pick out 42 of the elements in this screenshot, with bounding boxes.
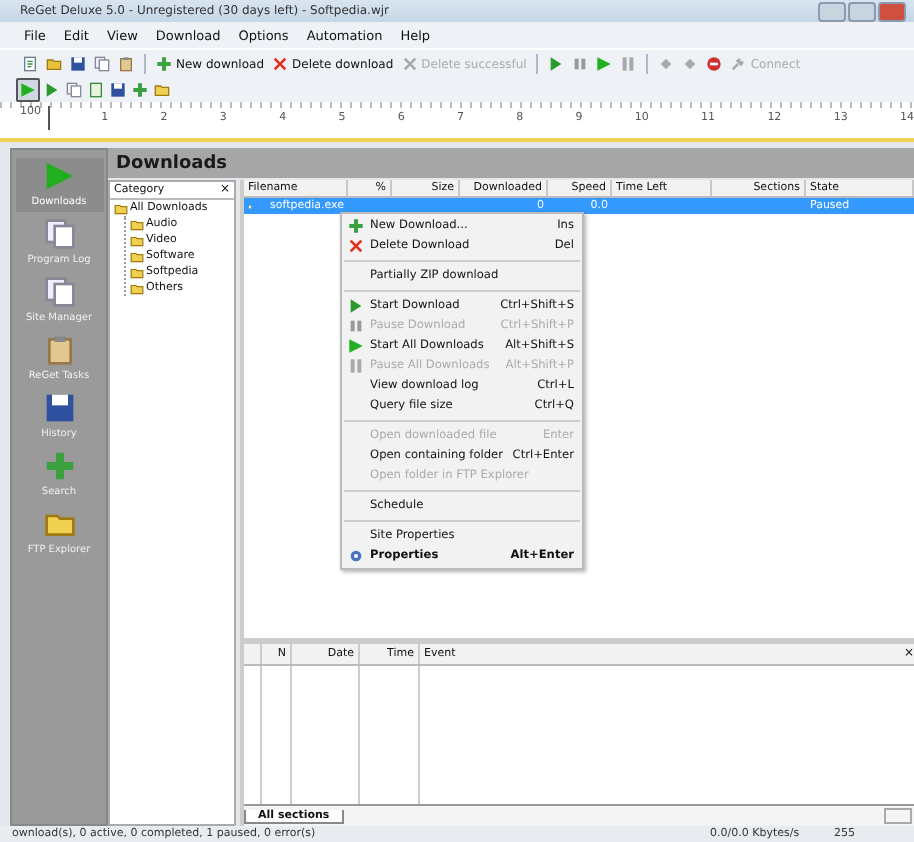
minimize-button[interactable] [818,1,846,21]
toolbar-button[interactable] [64,78,84,102]
pages-icon [43,218,75,250]
play-icon [596,56,613,72]
panel-title: Downloads [116,153,228,173]
plus-icon [348,218,364,234]
play-icon [348,338,364,354]
cross-icon [272,56,289,72]
play-icon [348,298,364,314]
pause-icon [348,318,364,334]
clipboard-icon [43,334,75,366]
toolbar-button[interactable] [20,52,40,76]
cross-icon [348,238,364,254]
scroll-buttons[interactable] [884,808,912,824]
document-icon [22,56,38,72]
toolbar-button[interactable] [92,52,112,76]
pause-icon [572,56,589,72]
stop-icon [706,56,723,72]
cross-icon [401,56,418,72]
maximize-button[interactable] [848,1,876,21]
toolbar-button[interactable] [116,52,136,76]
plug-icon [730,56,747,72]
folder-icon [154,82,170,98]
toolbar-button[interactable] [16,78,40,102]
pause-icon [348,358,364,374]
pages-icon [43,276,75,308]
clipboard-icon [118,56,134,72]
pause-icon [620,56,637,72]
play-icon [43,160,75,192]
toolbar-button[interactable] [42,78,62,102]
close-button[interactable] [878,1,906,21]
toolbar-button[interactable] [68,52,88,76]
file-icon [88,82,104,98]
toolbar-button[interactable] [546,52,567,76]
toolbar-button[interactable] [86,78,106,102]
toolbar-button[interactable] [704,52,725,76]
folder-icon [46,56,62,72]
plus-icon [132,82,148,98]
toolbar-button[interactable] [108,78,128,102]
play-icon [548,56,565,72]
plus-icon [156,56,172,72]
plus-icon [43,450,75,482]
